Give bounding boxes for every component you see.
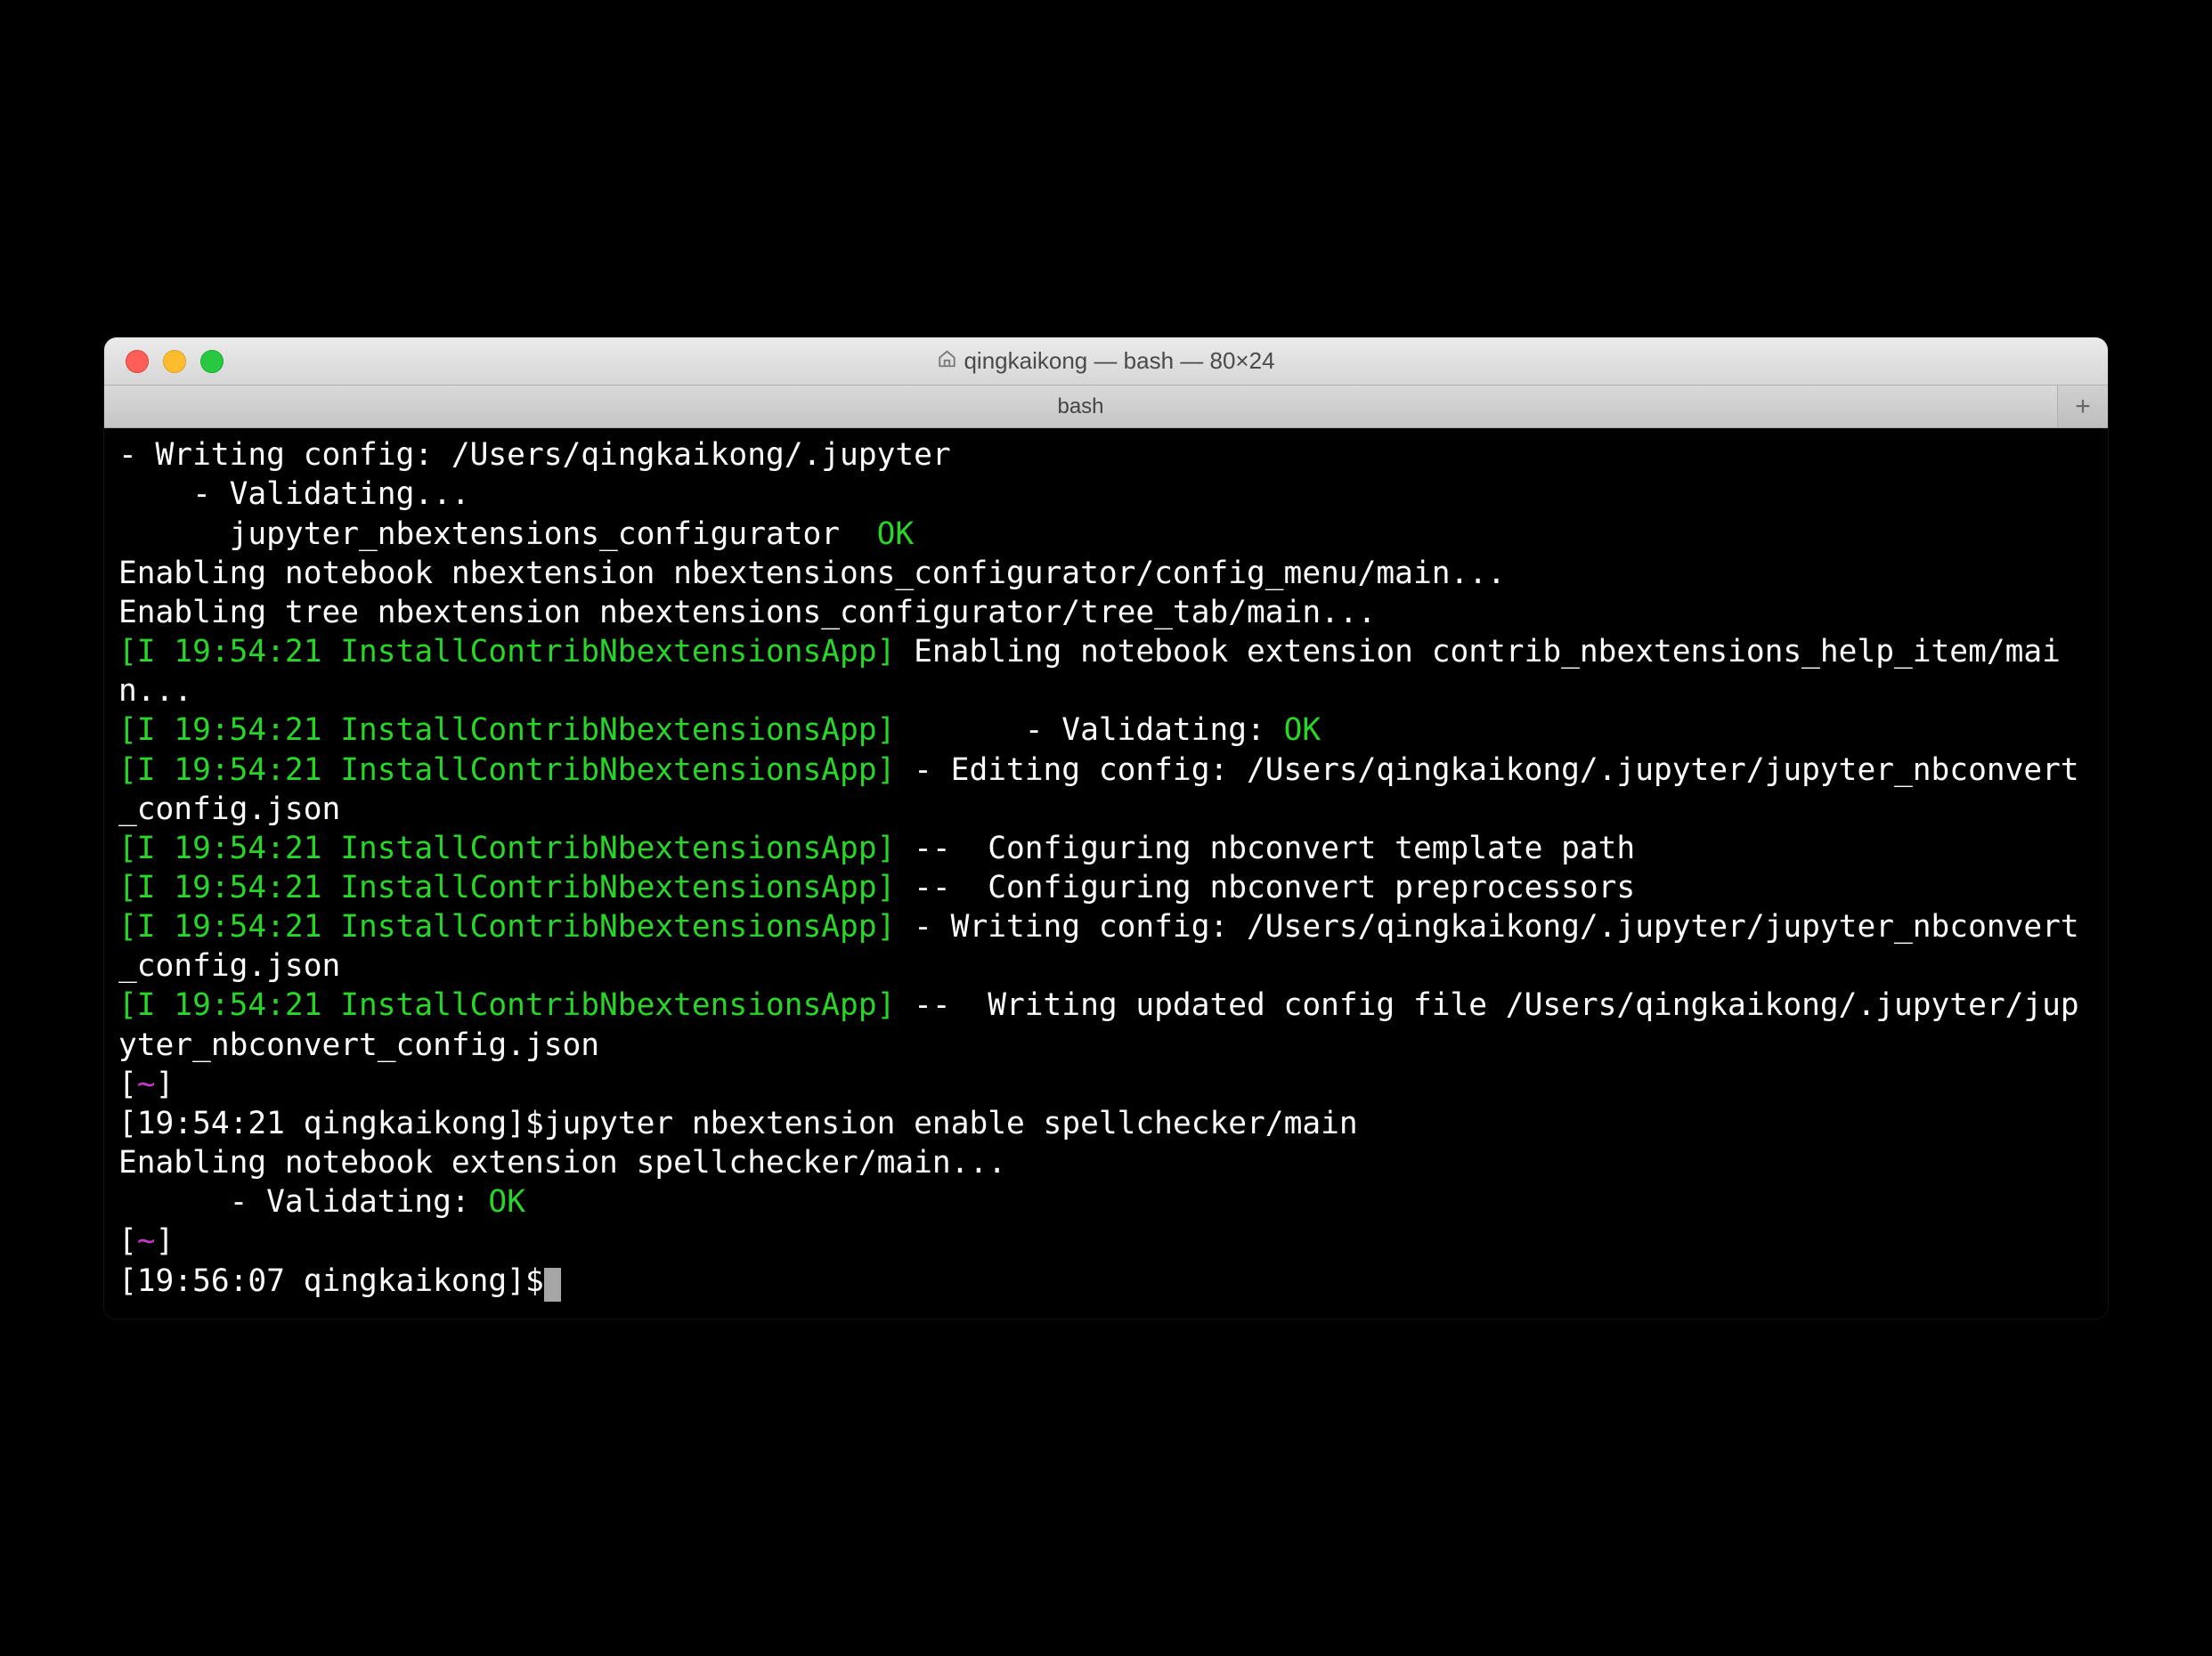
terminal-line: - Validating... <box>118 475 2094 514</box>
terminal-text: OK <box>488 1184 525 1220</box>
window-title: qingkaikong — bash — 80×24 <box>937 347 1274 375</box>
terminal-line: [I 19:54:21 InstallContribNbextensionsAp… <box>118 986 2094 1064</box>
terminal-line: [I 19:54:21 InstallContribNbextensionsAp… <box>118 710 2094 750</box>
terminal-text: [19:54:21 qingkaikong]$ <box>118 1106 544 1141</box>
terminal-text: [I 19:54:21 InstallContribNbextensionsAp… <box>118 831 895 866</box>
terminal-text: - Validating: <box>118 1184 488 1220</box>
terminal-text: Enabling notebook nbextension nbextensio… <box>118 556 1506 591</box>
terminal-text: jupyter nbextension enable spellchecker/… <box>544 1106 1358 1141</box>
terminal-text: [I 19:54:21 InstallContribNbextensionsAp… <box>118 752 895 788</box>
terminal-text: ~ <box>137 1223 156 1259</box>
window-title-text: qingkaikong — bash — 80×24 <box>964 347 1274 375</box>
terminal-text: - Validating... <box>118 476 470 512</box>
terminal-text: OK <box>1284 712 1322 748</box>
terminal-line: [I 19:54:21 InstallContribNbextensionsAp… <box>118 907 2094 986</box>
minimize-button[interactable] <box>163 350 186 373</box>
tab-bash[interactable]: bash <box>104 386 2058 427</box>
terminal-line: - Writing config: /Users/qingkaikong/.ju… <box>118 435 2094 475</box>
terminal-line: [19:56:07 qingkaikong]$ <box>118 1262 2094 1301</box>
terminal-text: [I 19:54:21 InstallContribNbextensionsAp… <box>118 712 895 748</box>
terminal-text: ] <box>156 1223 175 1259</box>
terminal-line: [19:54:21 qingkaikong]$jupyter nbextensi… <box>118 1104 2094 1143</box>
terminal-line: [~] <box>118 1065 2094 1104</box>
terminal-text: ~ <box>137 1067 156 1102</box>
terminal-text: Enabling notebook extension spellchecker… <box>118 1145 1006 1181</box>
terminal-line: [~] <box>118 1222 2094 1261</box>
terminal-line: [I 19:54:21 InstallContribNbextensionsAp… <box>118 632 2094 710</box>
terminal-text: [I 19:54:21 InstallContribNbextensionsAp… <box>118 987 895 1023</box>
terminal-output[interactable]: - Writing config: /Users/qingkaikong/.ju… <box>104 428 2108 1318</box>
traffic-lights <box>104 350 224 373</box>
terminal-window: qingkaikong — bash — 80×24 bash + - Writ… <box>104 337 2108 1318</box>
terminal-text: ] <box>156 1067 175 1102</box>
terminal-text: [19:56:07 qingkaikong]$ <box>118 1263 544 1299</box>
terminal-text: [ <box>118 1223 137 1259</box>
terminal-line: jupyter_nbextensions_configurator OK <box>118 515 2094 554</box>
terminal-line: Enabling notebook nbextension nbextensio… <box>118 554 2094 593</box>
plus-icon: + <box>2075 392 2091 422</box>
terminal-line: [I 19:54:21 InstallContribNbextensionsAp… <box>118 829 2094 868</box>
terminal-text: Enabling tree nbextension nbextensions_c… <box>118 595 1376 630</box>
terminal-text: [I 19:54:21 InstallContribNbextensionsAp… <box>118 634 895 670</box>
terminal-text: [I 19:54:21 InstallContribNbextensionsAp… <box>118 909 895 945</box>
terminal-text: OK <box>858 516 914 552</box>
terminal-text: [I 19:54:21 InstallContribNbextensionsAp… <box>118 870 895 905</box>
terminal-line: [I 19:54:21 InstallContribNbextensionsAp… <box>118 868 2094 907</box>
terminal-line: - Validating: OK <box>118 1182 2094 1222</box>
terminal-line: [I 19:54:21 InstallContribNbextensionsAp… <box>118 751 2094 829</box>
cursor <box>544 1268 561 1302</box>
close-button[interactable] <box>126 350 149 373</box>
terminal-line: Enabling tree nbextension nbextensions_c… <box>118 593 2094 632</box>
add-tab-button[interactable]: + <box>2058 386 2108 427</box>
terminal-text: - Writing config: /Users/qingkaikong/.ju… <box>118 437 951 473</box>
tabbar: bash + <box>104 386 2108 428</box>
maximize-button[interactable] <box>200 350 224 373</box>
terminal-text: jupyter_nbextensions_configurator <box>118 516 858 552</box>
terminal-text: -- Configuring nbconvert preprocessors <box>895 870 1635 905</box>
terminal-text: - Validating: <box>895 712 1283 748</box>
titlebar[interactable]: qingkaikong — bash — 80×24 <box>104 337 2108 386</box>
terminal-text: [ <box>118 1067 137 1102</box>
terminal-text: -- Configuring nbconvert template path <box>895 831 1635 866</box>
terminal-line: Enabling notebook extension spellchecker… <box>118 1143 2094 1182</box>
home-icon <box>937 349 956 374</box>
tab-label: bash <box>1057 394 1103 419</box>
